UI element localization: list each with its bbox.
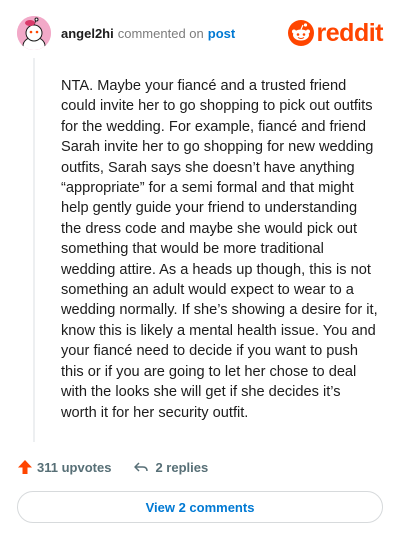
comment-header: angel2hi commented on post reddit (17, 16, 384, 50)
comment-line: something an adult would expect to wear … (61, 282, 354, 299)
comment-line: your fiancé need to decide if you want t… (61, 343, 358, 360)
view-comments-button[interactable]: View 2 comments (17, 491, 383, 523)
user-avatar[interactable] (17, 16, 51, 50)
username[interactable]: angel2hi (61, 26, 114, 41)
comment-line: the dress code and maybe she would pick … (61, 220, 358, 237)
comment-line: Sarah invite her to go shopping for new … (61, 139, 374, 156)
comment-line: worth it for her security outfit. (61, 404, 249, 421)
comment-meta: angel2hi commented on post (61, 26, 235, 41)
reddit-wordmark: reddit (316, 19, 384, 47)
reply-arrow-icon (134, 462, 149, 472)
comment-line: this or if you are going to let her chos… (61, 363, 357, 380)
comment-line: wedding normally. If she’s showing a des… (61, 302, 378, 319)
comment-line: with the looks she will get if she decid… (61, 384, 341, 401)
upvote-count: 311 upvotes (37, 459, 112, 475)
comment-line: NTA. Maybe your fiancé and a trusted fri… (61, 78, 347, 94)
upvote-button[interactable]: 311 upvotes (17, 459, 111, 475)
comment-line: “appropriate” for a semi formal and that… (61, 180, 354, 197)
commented-text: commented on (117, 25, 204, 41)
reddit-snoo-icon (287, 20, 314, 46)
comment-line: for the wedding. For example, fiancé and… (61, 118, 367, 135)
comment-line: could invite her to go shopping to pick … (61, 98, 373, 115)
comment-line: know this is likely a mental health issu… (61, 322, 376, 339)
comment-line: something that would be more traditional (61, 241, 324, 258)
upvote-arrow-icon (18, 460, 32, 474)
comment-line: wedding attire. As a heads up though, th… (61, 261, 371, 278)
comment-line: help gently guide your friend to underst… (61, 200, 358, 217)
snoo-avatar-icon (17, 16, 51, 50)
thread-line[interactable] (33, 58, 35, 442)
post-link[interactable]: post (208, 26, 235, 41)
comment-card: angel2hi commented on post reddit NTA. May… (0, 0, 400, 540)
replies-button[interactable]: 2 replies (133, 459, 208, 475)
comment-actions: 311 upvotes 2 replies (17, 457, 383, 477)
comment-line: outfits, Sarah says she doesn’t have any… (61, 159, 355, 176)
reply-count: 2 replies (155, 459, 209, 475)
comment-body: NTA. Maybe your fiancé and a trusted fri… (61, 76, 383, 423)
reddit-logo[interactable]: reddit (287, 18, 384, 48)
